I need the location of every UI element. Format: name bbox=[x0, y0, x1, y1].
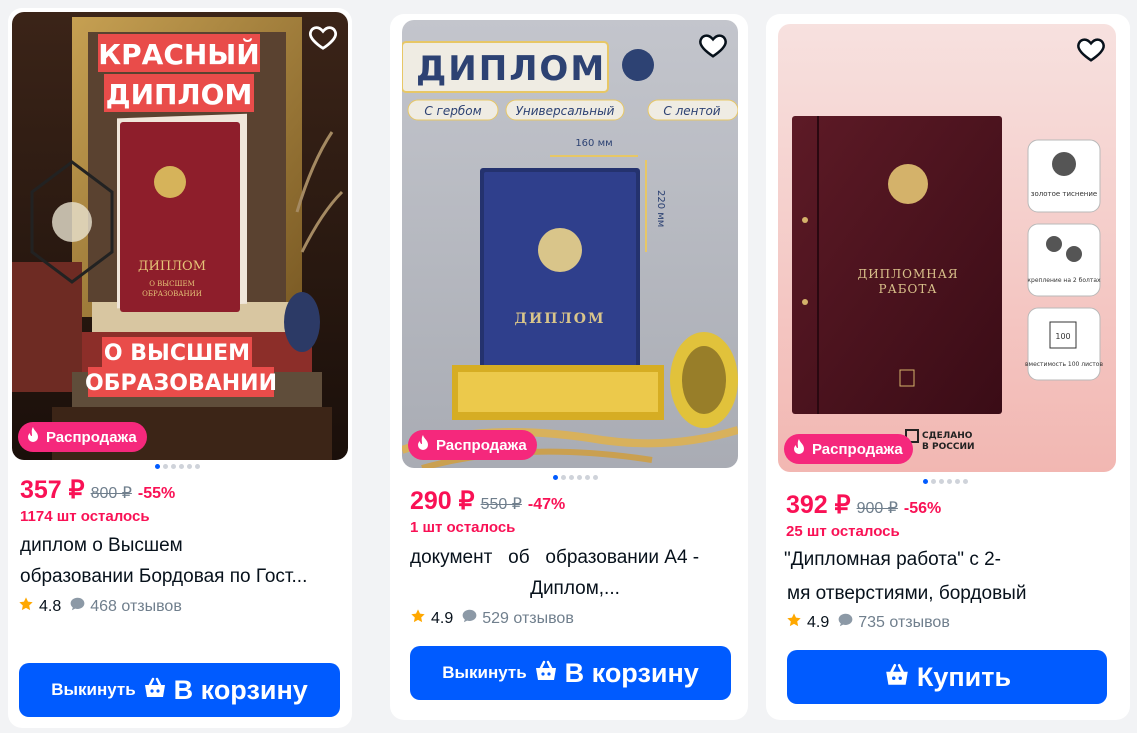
basket-icon bbox=[533, 659, 559, 688]
capacity-number: 100 bbox=[1055, 332, 1070, 341]
discount: -55% bbox=[137, 485, 176, 502]
star-icon bbox=[786, 612, 802, 633]
stock-left: 1 шт осталось bbox=[410, 519, 516, 536]
product-card[interactable]: ДИПЛОМНАЯ РАБОТА золотое тиснение крепле… bbox=[766, 14, 1130, 720]
book-title-2: РАБОТА bbox=[879, 282, 938, 296]
product-photo: ДИПЛОМНАЯ РАБОТА золотое тиснение крепле… bbox=[778, 24, 1116, 472]
rating-row[interactable]: 4.9 735 отзывов bbox=[786, 612, 950, 633]
old-price: 550 ₽ bbox=[480, 496, 522, 513]
made-in-2: В РОССИИ bbox=[922, 442, 975, 452]
discount: -56% bbox=[903, 500, 942, 517]
product-card[interactable]: КРАСНЫЙ ДИПЛОМ О ВЫСШЕМ ОБРАЗОВАНИИ ДИПЛ… bbox=[8, 8, 352, 728]
product-title[interactable]: "Дипломная работа" с 2- мя отверстиями, … bbox=[784, 543, 1120, 611]
product-photo: ДИПЛОМ С гербом Универсальный С лентой 1… bbox=[402, 20, 738, 468]
product-title[interactable]: документ об образовании А4 - Диплом,... bbox=[410, 542, 740, 604]
sale-badge-label: Распродажа bbox=[812, 440, 903, 458]
stock-left: 1174 шт осталось bbox=[20, 508, 150, 525]
image-header: ДИПЛОМ bbox=[416, 49, 606, 89]
subhead-line2: ОБРАЗОВАНИИ bbox=[85, 371, 277, 396]
reviews-count: 735 отзывов bbox=[858, 613, 950, 631]
add-to-cart-button[interactable]: Выкинуть В корзину bbox=[410, 646, 731, 700]
product-image[interactable]: ДИПЛОМНАЯ РАБОТА золотое тиснение крепле… bbox=[778, 24, 1116, 472]
sale-badge: Распродажа bbox=[408, 430, 537, 460]
chip-3: С лентой bbox=[663, 104, 720, 118]
favorite-heart-icon[interactable] bbox=[698, 30, 728, 60]
subhead-line1: О ВЫСШЕМ bbox=[104, 341, 250, 366]
button-prefix: Выкинуть bbox=[51, 680, 136, 699]
feature-1: золотое тиснение bbox=[1031, 190, 1097, 198]
book-subtitle-1: О ВЫСШЕМ bbox=[149, 280, 195, 288]
product-image[interactable]: КРАСНЫЙ ДИПЛОМ О ВЫСШЕМ ОБРАЗОВАНИИ ДИПЛ… bbox=[12, 12, 348, 460]
price-row: 290 ₽ 550 ₽ -47% bbox=[410, 486, 565, 516]
comment-icon bbox=[838, 613, 853, 632]
add-to-cart-button[interactable]: Выкинуть В корзину bbox=[19, 663, 340, 717]
image-pagination[interactable] bbox=[923, 479, 968, 484]
book-title: ДИПЛОМ bbox=[515, 311, 606, 327]
rating-row[interactable]: 4.8 468 отзывов bbox=[18, 596, 182, 617]
product-card[interactable]: ДИПЛОМ С гербом Универсальный С лентой 1… bbox=[390, 14, 748, 720]
star-icon bbox=[410, 608, 426, 629]
rating-value: 4.9 bbox=[807, 613, 830, 631]
current-price: 290 ₽ bbox=[410, 487, 475, 515]
rating-value: 4.8 bbox=[39, 597, 62, 615]
favorite-heart-icon[interactable] bbox=[1076, 34, 1106, 64]
product-title[interactable]: диплом о Высшем образовании Бордовая по … bbox=[20, 530, 348, 592]
favorite-heart-icon[interactable] bbox=[308, 22, 338, 52]
product-title-line1: документ об образовании А4 - bbox=[410, 547, 700, 568]
basket-icon bbox=[883, 662, 911, 693]
fire-icon bbox=[416, 435, 430, 455]
book-title-1: ДИПЛОМНАЯ bbox=[857, 267, 958, 281]
sale-badge-label: Распродажа bbox=[436, 436, 527, 454]
made-in-1: СДЕЛАНО bbox=[922, 431, 973, 441]
product-photo: КРАСНЫЙ ДИПЛОМ О ВЫСШЕМ ОБРАЗОВАНИИ ДИПЛ… bbox=[12, 12, 348, 460]
sale-badge-label: Распродажа bbox=[46, 428, 137, 446]
basket-icon bbox=[142, 676, 168, 705]
dim-height: 220 мм bbox=[655, 190, 666, 227]
stock-left: 25 шт осталось bbox=[786, 523, 900, 540]
image-pagination[interactable] bbox=[553, 475, 598, 480]
button-label: В корзину bbox=[173, 674, 308, 705]
headline-line2: ДИПЛОМ bbox=[106, 78, 253, 111]
book-subtitle-2: ОБРАЗОВАНИИ bbox=[142, 290, 202, 298]
star-icon bbox=[18, 596, 34, 617]
dim-width: 160 мм bbox=[575, 138, 612, 149]
feature-2: крепление на 2 болтах bbox=[1027, 277, 1101, 284]
old-price: 900 ₽ bbox=[856, 500, 898, 517]
sale-badge: Распродажа bbox=[784, 434, 913, 464]
current-price: 392 ₽ bbox=[786, 491, 851, 519]
fire-icon bbox=[26, 427, 40, 447]
product-title-line2: образовании Бордовая по Гост... bbox=[20, 566, 308, 587]
sale-badge: Распродажа bbox=[18, 422, 147, 452]
comment-icon bbox=[70, 597, 85, 616]
button-prefix: Выкинуть bbox=[442, 663, 527, 682]
rating-row[interactable]: 4.9 529 отзывов bbox=[410, 608, 574, 629]
chip-2: Универсальный bbox=[516, 104, 615, 118]
button-label: В корзину bbox=[564, 657, 699, 688]
product-title-line1: диплом о Высшем bbox=[20, 535, 183, 556]
comment-icon bbox=[462, 609, 477, 628]
old-price: 800 ₽ bbox=[90, 485, 132, 502]
image-pagination[interactable] bbox=[155, 464, 200, 469]
product-image[interactable]: ДИПЛОМ С гербом Универсальный С лентой 1… bbox=[402, 20, 738, 468]
price-row: 392 ₽ 900 ₽ -56% bbox=[786, 490, 941, 520]
chip-1: С гербом bbox=[424, 104, 481, 118]
product-title-line2: Диплом,... bbox=[530, 578, 620, 599]
product-title-line2: мя отверстиями, бордовый bbox=[787, 583, 1027, 604]
reviews-count: 468 отзывов bbox=[90, 597, 182, 615]
fire-icon bbox=[792, 439, 806, 459]
headline-line1: КРАСНЫЙ bbox=[98, 37, 260, 71]
discount: -47% bbox=[527, 496, 566, 513]
feature-3: вместимость 100 листов bbox=[1025, 361, 1103, 368]
button-label: Купить bbox=[916, 661, 1012, 692]
product-title-line1: "Дипломная работа" с 2- bbox=[784, 549, 1001, 570]
book-title: ДИПЛОМ bbox=[138, 259, 206, 274]
buy-button[interactable]: Купить bbox=[787, 650, 1107, 704]
reviews-count: 529 отзывов bbox=[482, 609, 574, 627]
rating-value: 4.9 bbox=[431, 609, 454, 627]
price-row: 357 ₽ 800 ₽ -55% bbox=[20, 475, 175, 505]
current-price: 357 ₽ bbox=[20, 476, 85, 504]
